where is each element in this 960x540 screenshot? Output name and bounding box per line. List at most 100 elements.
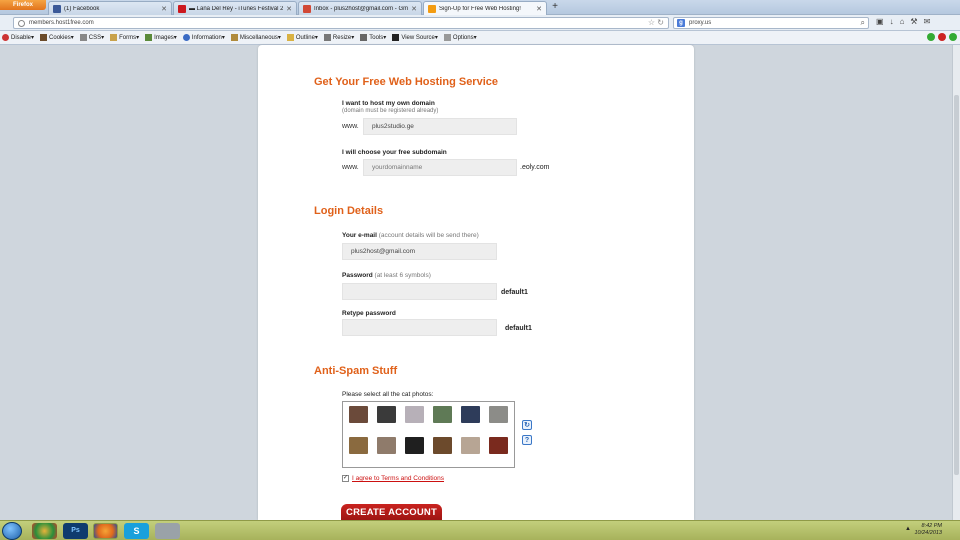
captcha-photo[interactable] [377, 437, 396, 454]
dev-css[interactable]: CSS ▾ [79, 34, 104, 41]
start-button[interactable] [2, 522, 22, 540]
tab-facebook[interactable]: (1) Facebook ✕ [48, 1, 172, 15]
captcha-photo[interactable] [489, 437, 508, 454]
resize-icon [323, 34, 331, 41]
antispam-section-title: Anti-Spam Stuff [314, 365, 398, 377]
retype-password-label: Retype password [342, 310, 396, 317]
password-aside: default1 [501, 289, 528, 296]
tab-signup[interactable]: Sign-Up for Free Web Hosting! ✕ [423, 1, 547, 15]
dev-options[interactable]: Options ▾ [443, 34, 477, 41]
check-icon [927, 33, 935, 41]
terms-link[interactable]: I agree to Terms and Conditions [352, 475, 444, 482]
www-prefix-2: www. [342, 164, 359, 171]
facebook-icon [53, 4, 61, 13]
tray-arrow-icon[interactable]: ▲ [905, 526, 911, 532]
own-domain-input[interactable]: plus2studio.ge [363, 118, 517, 135]
nav-toolbar-icons: ▣ ↓ ⌂ ⚒ ✉ [876, 17, 930, 26]
subdomain-suffix: .eoly.com [520, 164, 550, 171]
retype-password-input[interactable] [342, 319, 497, 336]
email-label: Your e-mail (account details will be sen… [342, 232, 479, 239]
address-bar[interactable]: members.host1free.com ☆ ↻ [13, 17, 669, 29]
dev-miscellaneous[interactable]: Miscellaneous ▾ [230, 34, 281, 41]
login-section-title: Login Details [314, 205, 384, 217]
miscellaneous-icon [230, 34, 238, 41]
captcha-photo[interactable] [377, 406, 396, 423]
terms-checkbox[interactable]: ✓ [342, 475, 349, 482]
subdomain-input[interactable]: yourdomainname [363, 159, 517, 176]
dev-images[interactable]: Images ▾ [145, 34, 177, 41]
dev-cookies[interactable]: Cookies ▾ [40, 34, 74, 41]
images-icon [145, 34, 153, 41]
hosting-section-title: Get Your Free Web Hosting Service [314, 76, 498, 88]
captcha-photo[interactable] [433, 406, 452, 423]
css-icon [79, 34, 87, 41]
refresh-icon[interactable]: ↻ [522, 420, 532, 430]
dev-information[interactable]: Information ▾ [182, 34, 225, 41]
dev-status-icons [927, 33, 957, 41]
captcha-photo[interactable] [349, 437, 368, 454]
dev-resize[interactable]: Resize ▾ [323, 34, 354, 41]
captcha-photo[interactable] [405, 406, 424, 423]
close-icon[interactable]: ✕ [411, 5, 417, 13]
captcha-photo[interactable] [349, 406, 368, 423]
youtube-icon [178, 4, 186, 13]
information-icon [182, 34, 190, 41]
tab-bar: Firefox (1) Facebook ✕ ▬ Lana Del Rey - … [0, 0, 960, 15]
valid-icon [949, 33, 957, 41]
navigation-bar: members.host1free.com ☆ ↻ g proxy.us ⌕ ▣… [0, 15, 960, 31]
outline-icon [286, 34, 294, 41]
tab-youtube[interactable]: ▬ Lana Del Rey - iTunes Festival 2012 (F… [173, 1, 297, 15]
unknown-app-icon[interactable] [155, 523, 180, 539]
options-icon [443, 34, 451, 41]
close-icon[interactable]: ✕ [161, 5, 167, 13]
settings-icon[interactable]: ✉ [924, 17, 931, 26]
bookmarks-icon[interactable]: ▣ [876, 17, 884, 26]
forms-icon [110, 34, 118, 41]
windows-taskbar: Ps S ▲ 8:42 PM 10/24/2013 [0, 520, 960, 540]
captcha-photo[interactable] [405, 437, 424, 454]
photoshop-icon[interactable]: Ps [63, 523, 88, 539]
search-box[interactable]: g proxy.us ⌕ [673, 17, 869, 29]
dev-disable[interactable]: Disable ▾ [2, 34, 34, 41]
signup-panel: Get Your Free Web Hosting Service I want… [258, 45, 694, 520]
google-icon: g [677, 19, 685, 27]
close-icon[interactable]: ✕ [286, 5, 292, 13]
skype-icon[interactable]: S [124, 523, 149, 539]
tools-icon[interactable]: ⚒ [910, 17, 917, 26]
home-icon[interactable]: ⌂ [900, 17, 905, 26]
close-icon[interactable]: ✕ [536, 5, 542, 13]
bookmark-star-icon[interactable]: ☆ ↻ [648, 18, 664, 27]
dev-tools[interactable]: Tools ▾ [360, 34, 386, 41]
captcha-instruction: Please select all the cat photos: [342, 391, 434, 398]
help-icon[interactable]: ? [522, 435, 532, 445]
cookies-icon [40, 34, 48, 41]
www-prefix: www. [342, 123, 359, 130]
password-input[interactable] [342, 283, 497, 300]
new-tab-button[interactable]: + [549, 1, 561, 14]
dev-forms[interactable]: Forms ▾ [110, 34, 139, 41]
error-icon [938, 33, 946, 41]
email-input[interactable]: plus2host@gmail.com [342, 243, 497, 260]
dev-view-source[interactable]: View Source ▾ [392, 34, 438, 41]
search-icon[interactable]: ⌕ [861, 18, 865, 28]
tab-gmail[interactable]: Inbox - plus2host@gmail.com - Gmail ✕ [298, 1, 422, 15]
clock[interactable]: 8:42 PM 10/24/2013 [914, 523, 942, 537]
create-account-button[interactable]: CREATE ACCOUNT [341, 504, 442, 520]
dev-outline[interactable]: Outline ▾ [286, 34, 318, 41]
captcha-photo[interactable] [461, 406, 480, 423]
terms-agreement: ✓ I agree to Terms and Conditions [342, 475, 444, 482]
firefox-icon[interactable] [93, 523, 118, 539]
download-icon[interactable]: ↓ [890, 17, 894, 26]
search-input-value: proxy.us [689, 20, 712, 26]
captcha-photo[interactable] [433, 437, 452, 454]
vertical-scrollbar[interactable] [952, 45, 960, 520]
captcha-grid [342, 401, 515, 468]
captcha-photo[interactable] [461, 437, 480, 454]
url-text: members.host1free.com [29, 20, 94, 26]
firefox-menu-button[interactable]: Firefox [0, 0, 46, 10]
site-identity-icon [18, 19, 25, 27]
view-source-icon [392, 34, 400, 41]
scrollbar-thumb[interactable] [954, 95, 959, 475]
chrome-icon[interactable] [32, 523, 57, 539]
captcha-photo[interactable] [489, 406, 508, 423]
